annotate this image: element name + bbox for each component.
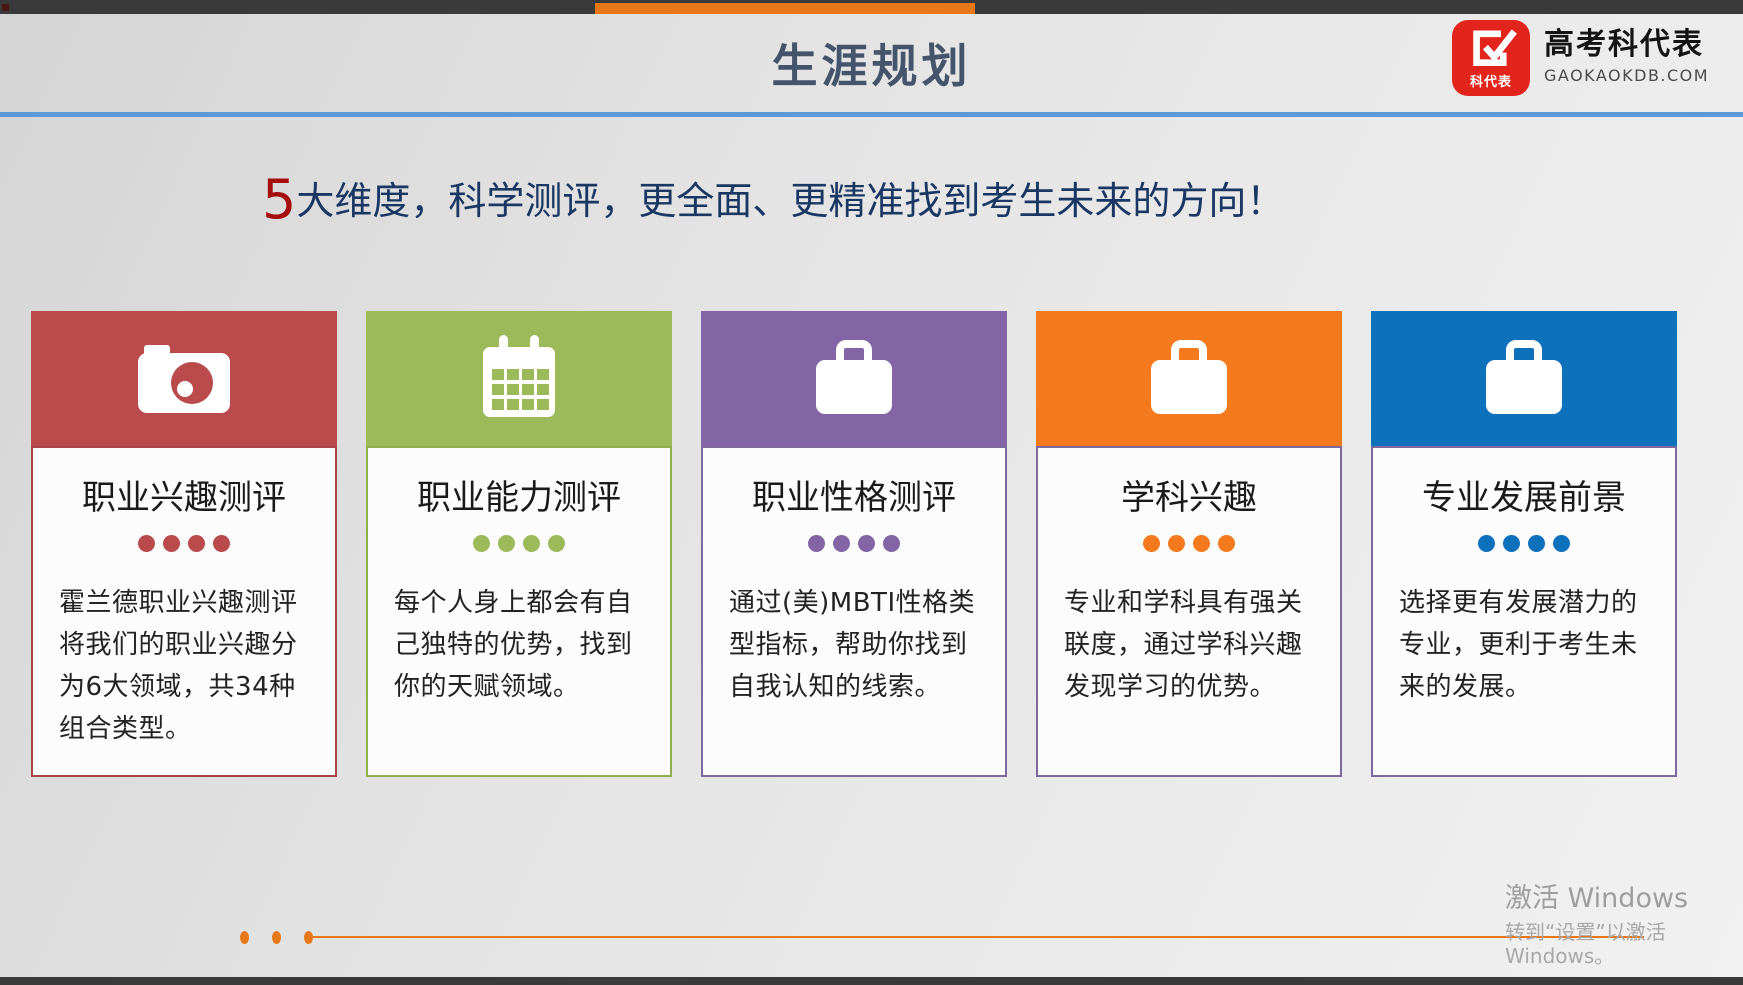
card-text: 每个人身上都会有自己独特的优势，找到你的天赋领域。 — [394, 582, 646, 708]
dot — [213, 535, 230, 552]
card-major-prospects: 专业发展前景 选择更有发展潜力的专业，更利于考生未来的发展。 — [1371, 311, 1677, 777]
rating-dots — [1038, 535, 1340, 552]
card-header — [701, 311, 1007, 446]
dot — [272, 931, 281, 944]
dot — [1193, 535, 1210, 552]
card-body: 职业性格测评 通过(美)MBTI性格类型指标，帮助你找到自我认知的线索。 — [701, 446, 1007, 777]
brand-logo: 科代表 高考科代表 GAOKAOKDB.COM — [1452, 20, 1709, 96]
dot — [163, 535, 180, 552]
card-header — [1036, 311, 1342, 446]
card-career-ability: 职业能力测评 每个人身上都会有自己独特的优势，找到你的天赋领域。 — [366, 311, 672, 777]
corner-mark — [2, 4, 9, 11]
top-bar — [0, 0, 1743, 14]
briefcase-icon — [1141, 338, 1237, 420]
card-header — [366, 311, 672, 446]
rating-dots — [33, 535, 335, 552]
dot — [1478, 535, 1495, 552]
rating-dots — [703, 535, 1005, 552]
camera-icon — [132, 337, 236, 421]
card-text: 选择更有发展潜力的专业，更利于考生未来的发展。 — [1399, 582, 1651, 708]
dot — [833, 535, 850, 552]
card-text: 专业和学科具有强关联度，通过学科兴趣发现学习的优势。 — [1064, 582, 1316, 708]
card-body: 职业兴趣测评 霍兰德职业兴趣测评将我们的职业兴趣分为6大领域，共34种组合类型。 — [31, 446, 337, 777]
dot — [1218, 535, 1235, 552]
card-title: 职业兴趣测评 — [33, 470, 335, 519]
top-bar-accent — [595, 3, 975, 14]
dot — [1143, 535, 1160, 552]
dot — [240, 931, 249, 944]
card-career-personality: 职业性格测评 通过(美)MBTI性格类型指标，帮助你找到自我认知的线索。 — [701, 311, 1007, 777]
card-title: 职业能力测评 — [368, 470, 670, 519]
dot — [523, 535, 540, 552]
dot — [188, 535, 205, 552]
card-header — [1371, 311, 1677, 446]
card-subject-interest: 学科兴趣 专业和学科具有强关联度，通过学科兴趣发现学习的优势。 — [1036, 311, 1342, 777]
card-title: 学科兴趣 — [1038, 470, 1340, 519]
slide-canvas: 生涯规划 科代表 高考科代表 GAOKAOKDB.COM 5大维度，科学测评，更… — [0, 0, 1743, 985]
windows-activation-watermark: 激活 Windows 转到“设置”以激活 Windows。 — [1505, 884, 1743, 968]
dot — [548, 535, 565, 552]
header-divider — [0, 112, 1743, 117]
dot — [1528, 535, 1545, 552]
dot — [138, 535, 155, 552]
logo-icon-label: 科代表 — [1470, 76, 1512, 90]
briefcase-icon — [806, 338, 902, 420]
headline: 5大维度，科学测评，更全面、更精准找到考生未来的方向！ — [262, 168, 1284, 231]
bottom-bar — [0, 977, 1743, 985]
dot — [473, 535, 490, 552]
brand-text: 高考科代表 GAOKAOKDB.COM — [1544, 20, 1709, 85]
headline-number: 5 — [262, 168, 296, 231]
card-text: 霍兰德职业兴趣测评将我们的职业兴趣分为6大领域，共34种组合类型。 — [59, 582, 311, 750]
card-header — [31, 311, 337, 446]
headline-text: 大维度，科学测评，更全面、更精准找到考生未来的方向！ — [296, 179, 1284, 223]
briefcase-icon — [1476, 338, 1572, 420]
card-body: 学科兴趣 专业和学科具有强关联度，通过学科兴趣发现学习的优势。 — [1036, 446, 1342, 777]
rating-dots — [1373, 535, 1675, 552]
dot — [1553, 535, 1570, 552]
footer-line — [312, 936, 1644, 938]
cards-row: 职业兴趣测评 霍兰德职业兴趣测评将我们的职业兴趣分为6大领域，共34种组合类型。 — [31, 311, 1677, 777]
dot — [498, 535, 515, 552]
card-career-interest: 职业兴趣测评 霍兰德职业兴趣测评将我们的职业兴趣分为6大领域，共34种组合类型。 — [31, 311, 337, 777]
brand-logo-icon: 科代表 — [1452, 20, 1530, 96]
card-body: 专业发展前景 选择更有发展潜力的专业，更利于考生未来的发展。 — [1371, 446, 1677, 777]
check-bracket-icon — [1463, 26, 1519, 76]
calendar-icon — [473, 333, 565, 425]
dot — [883, 535, 900, 552]
dot — [1503, 535, 1520, 552]
dot — [808, 535, 825, 552]
watermark-line1: 激活 Windows — [1505, 884, 1743, 914]
card-title: 职业性格测评 — [703, 470, 1005, 519]
brand-name: 高考科代表 — [1544, 28, 1709, 62]
rating-dots — [368, 535, 670, 552]
dot — [1168, 535, 1185, 552]
watermark-line2: 转到“设置”以激活 Windows。 — [1505, 920, 1743, 968]
card-body: 职业能力测评 每个人身上都会有自己独特的优势，找到你的天赋领域。 — [366, 446, 672, 777]
dot — [858, 535, 875, 552]
card-title: 专业发展前景 — [1373, 470, 1675, 519]
brand-domain: GAOKAOKDB.COM — [1544, 66, 1709, 85]
card-text: 通过(美)MBTI性格类型指标，帮助你找到自我认知的线索。 — [729, 582, 981, 708]
